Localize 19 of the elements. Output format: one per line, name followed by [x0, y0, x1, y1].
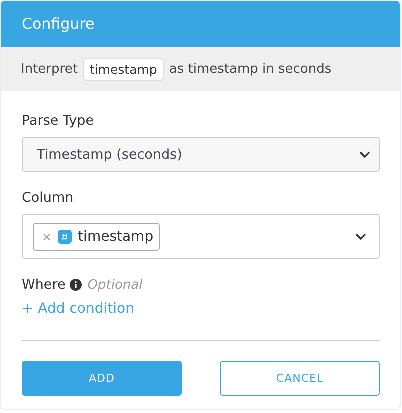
cancel-button[interactable]: CANCEL [220, 361, 380, 396]
summary-text: as timestamp in seconds [169, 62, 332, 76]
remove-tag-button[interactable]: × [42, 230, 52, 244]
field-label: Parse Type [22, 113, 95, 129]
add-button[interactable]: ADD [22, 361, 182, 396]
add-condition-link[interactable]: + Add condition [22, 301, 134, 317]
number-type-icon [58, 230, 72, 244]
column-chip: timestamp [82, 58, 164, 80]
field-label: Where [22, 277, 66, 293]
field-label: Column [22, 190, 75, 206]
chevron-down-icon [359, 150, 371, 158]
panel-title: Configure [22, 15, 95, 33]
chevron-down-icon [355, 232, 367, 240]
tag-label: timestamp [78, 228, 154, 244]
column-select[interactable]: × timestamp [22, 214, 380, 259]
optional-hint: Optional [88, 278, 143, 292]
parse-type-select[interactable]: Timestamp (seconds) [22, 137, 380, 172]
info-icon [70, 279, 82, 291]
summary-text: Interpret [21, 62, 78, 76]
